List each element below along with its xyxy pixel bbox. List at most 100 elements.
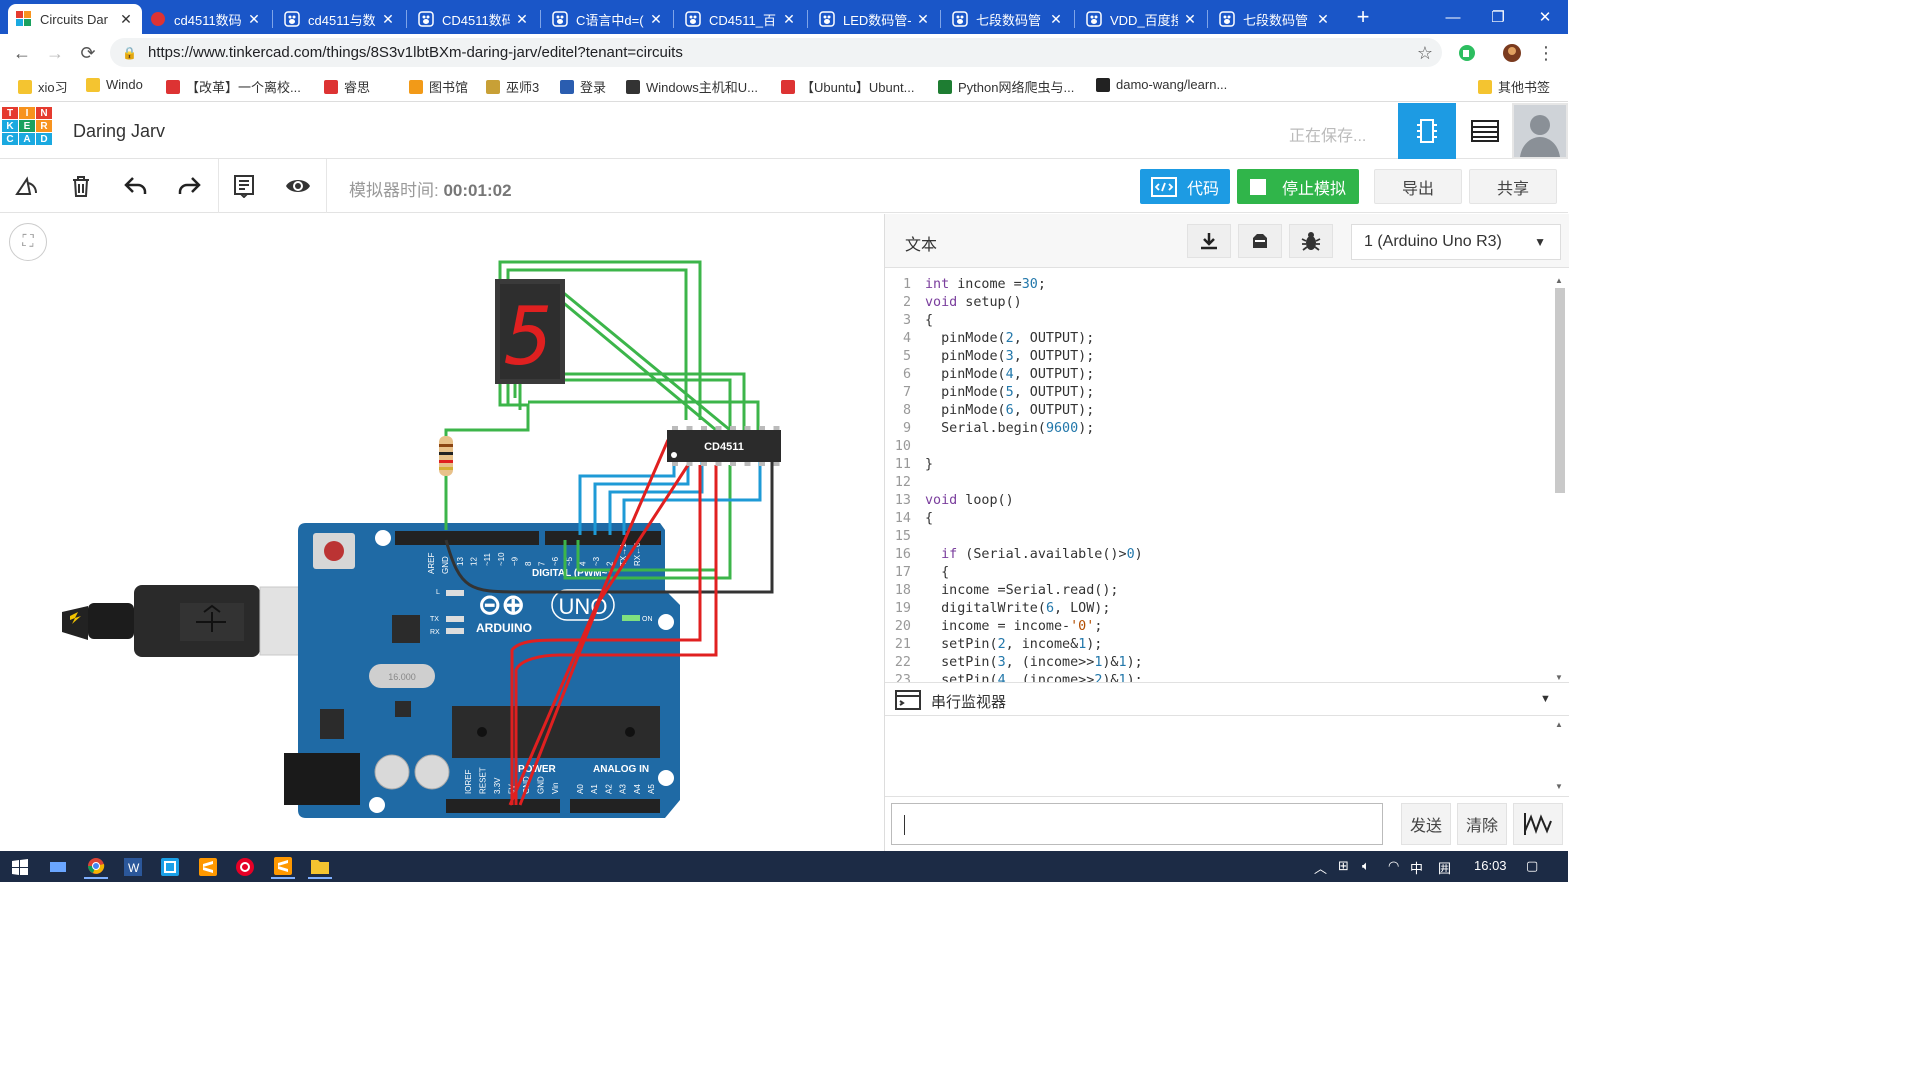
browser-tab[interactable]: cd4511数码 ✕ [142, 4, 270, 34]
code-line[interactable]: 5 pinMode(3, OUTPUT); [885, 348, 1553, 366]
wifi-icon[interactable]: ◠ [1388, 858, 1399, 874]
bookmark-item[interactable]: 【改革】一个离校... [166, 77, 301, 96]
window-close-icon[interactable]: ✕ [1522, 0, 1568, 34]
code-line[interactable]: 15 [885, 528, 1553, 546]
browser-tab[interactable]: VDD_百度搜 ✕ [1078, 4, 1206, 34]
code-line[interactable]: 4 pinMode(2, OUTPUT); [885, 330, 1553, 348]
chevron-down-icon[interactable]: ▼ [1540, 693, 1551, 705]
code-line[interactable]: 21 setPin(2, income&1); [885, 636, 1553, 654]
browser-tab[interactable]: CD4511数码 ✕ [410, 4, 538, 34]
cd4511-chip[interactable]: CD4511 [667, 426, 781, 466]
bookmark-item[interactable]: Python网络爬虫与... [938, 77, 1074, 96]
visibility-button[interactable] [281, 169, 315, 203]
code-line[interactable]: 19 digitalWrite(6, LOW); [885, 600, 1553, 618]
code-line[interactable]: 9 Serial.begin(9600); [885, 420, 1553, 438]
bookmark-item[interactable]: damo-wang/learn... [1096, 77, 1227, 92]
bookmark-item[interactable]: 登录 [560, 77, 606, 96]
notes-button[interactable] [227, 169, 261, 203]
share-button[interactable]: 共享 [1469, 169, 1557, 204]
scroll-up-icon[interactable]: ▲ [1555, 720, 1563, 729]
forward-icon[interactable]: → [42, 40, 68, 66]
browser-tab[interactable]: cd4511与数 ✕ [276, 4, 404, 34]
sublime-icon[interactable] [196, 855, 220, 879]
ime-indicator[interactable]: 中 [1410, 858, 1423, 877]
serial-input[interactable] [891, 803, 1383, 845]
bookmark-item[interactable]: Windows主机和U... [626, 77, 758, 96]
scroll-down-icon[interactable]: ▼ [1555, 673, 1563, 682]
code-line[interactable]: 18 income =Serial.read(); [885, 582, 1553, 600]
bookmark-item[interactable]: xio习 [18, 77, 68, 96]
redo-button[interactable] [172, 169, 206, 203]
undo-button[interactable] [119, 169, 153, 203]
user-avatar[interactable] [1512, 103, 1568, 159]
code-mode-label[interactable]: 文本 [905, 231, 937, 255]
close-tab-icon[interactable]: ✕ [781, 11, 797, 28]
stop-simulation-button[interactable]: 停止模拟 [1237, 169, 1359, 204]
code-line[interactable]: 20 income = income-'0'; [885, 618, 1553, 636]
clear-button[interactable]: 清除 [1457, 803, 1507, 845]
fit-view-button[interactable]: ⛶ [9, 223, 47, 261]
windows-icon[interactable] [8, 855, 32, 879]
close-tab-icon[interactable]: ✕ [1182, 11, 1198, 28]
code-line[interactable]: 17 { [885, 564, 1553, 582]
code-line[interactable]: 22 setPin(3, (income>>1)&1); [885, 654, 1553, 672]
browser-tab[interactable]: 七段数码管 ✕ [944, 4, 1072, 34]
seven-segment-display[interactable]: 5 [495, 279, 565, 384]
code-line[interactable]: 7 pinMode(5, OUTPUT); [885, 384, 1553, 402]
tray-arrow-icon[interactable]: ︿ [1314, 858, 1327, 877]
browser-tab[interactable]: Circuits Dar ✕ [8, 4, 142, 34]
code-editor[interactable]: 1 int income =30; 2 void setup() 3{4 pinMode… [885, 268, 1553, 682]
netease-icon[interactable] [233, 855, 257, 879]
bookmark-item[interactable]: 睿思 [324, 77, 370, 96]
clock[interactable]: 16:03 [1474, 858, 1507, 873]
bookmark-item[interactable]: 巫师3 [486, 77, 539, 96]
minimize-icon[interactable]: — [1430, 0, 1476, 34]
profile-icon[interactable] [1501, 42, 1523, 64]
close-tab-icon[interactable]: ✕ [118, 11, 134, 28]
board-select[interactable]: 1 (Arduino Uno R3) ▼ [1351, 224, 1561, 260]
reload-icon[interactable]: ⟳ [75, 40, 101, 66]
code-button[interactable]: 代码 [1140, 169, 1230, 204]
url-field[interactable]: 🔒 https://www.tinkercad.com/things/8S3v1… [110, 38, 1442, 67]
evernote-icon[interactable] [1456, 42, 1478, 64]
project-name[interactable]: Daring Jarv [73, 121, 165, 142]
circuit-canvas[interactable]: 16.000 ⊝⊕ ARDUINO UNO DIGITAL (PWM~) POW… [0, 214, 884, 851]
menu-dots-icon[interactable]: ⋮ [1535, 42, 1557, 64]
code-line[interactable]: 14 { [885, 510, 1553, 528]
other-bookmarks[interactable]: 其他书签 [1478, 77, 1550, 96]
code-line[interactable]: 12 [885, 474, 1553, 492]
maximize-icon[interactable]: ❐ [1475, 0, 1521, 34]
bookmark-item[interactable]: 图书馆 [409, 77, 468, 96]
export-button[interactable]: 导出 [1374, 169, 1462, 204]
delete-button[interactable] [64, 169, 98, 203]
close-tab-icon[interactable]: ✕ [915, 11, 931, 28]
code-line[interactable]: 11} [885, 456, 1553, 474]
app-icon[interactable] [158, 855, 182, 879]
browser-tab[interactable]: CD4511_百 ✕ [677, 4, 805, 34]
close-tab-icon[interactable]: ✕ [514, 11, 530, 28]
bookmark-star-icon[interactable]: ☆ [1414, 42, 1436, 64]
new-tab-button[interactable]: + [1340, 0, 1386, 34]
bookmark-item[interactable]: Windo [86, 77, 143, 92]
code-line[interactable]: 10 [885, 438, 1553, 456]
cortana-icon[interactable] [46, 855, 70, 879]
chrome-icon[interactable] [84, 855, 108, 879]
close-tab-icon[interactable]: ✕ [246, 11, 262, 28]
word-icon[interactable]: W [121, 855, 145, 879]
browser-tab[interactable]: 七段数码管 ✕ [1211, 4, 1339, 34]
serial-monitor-header[interactable]: 串行监视器 ▼ [885, 682, 1569, 716]
notification-icon[interactable]: ▢ [1526, 858, 1538, 874]
close-tab-icon[interactable]: ✕ [1315, 11, 1331, 28]
volume-icon[interactable]: 🔈︎ [1362, 858, 1370, 874]
close-tab-icon[interactable]: ✕ [1048, 11, 1064, 28]
send-button[interactable]: 发送 [1401, 803, 1451, 845]
library-button[interactable] [1238, 224, 1282, 258]
code-line[interactable]: 8 pinMode(6, OUTPUT); [885, 402, 1553, 420]
close-tab-icon[interactable]: ✕ [380, 11, 396, 28]
folder-icon[interactable] [308, 855, 332, 879]
browser-tab[interactable]: LED数码管- ✕ [811, 4, 939, 34]
scroll-up-icon[interactable]: ▲ [1555, 276, 1563, 285]
code-line[interactable]: 23 setPin(4, (income>>2)&1); [885, 672, 1553, 682]
list-view-button[interactable] [1456, 103, 1514, 159]
ime-mode-icon[interactable]: 囲 [1438, 858, 1451, 877]
